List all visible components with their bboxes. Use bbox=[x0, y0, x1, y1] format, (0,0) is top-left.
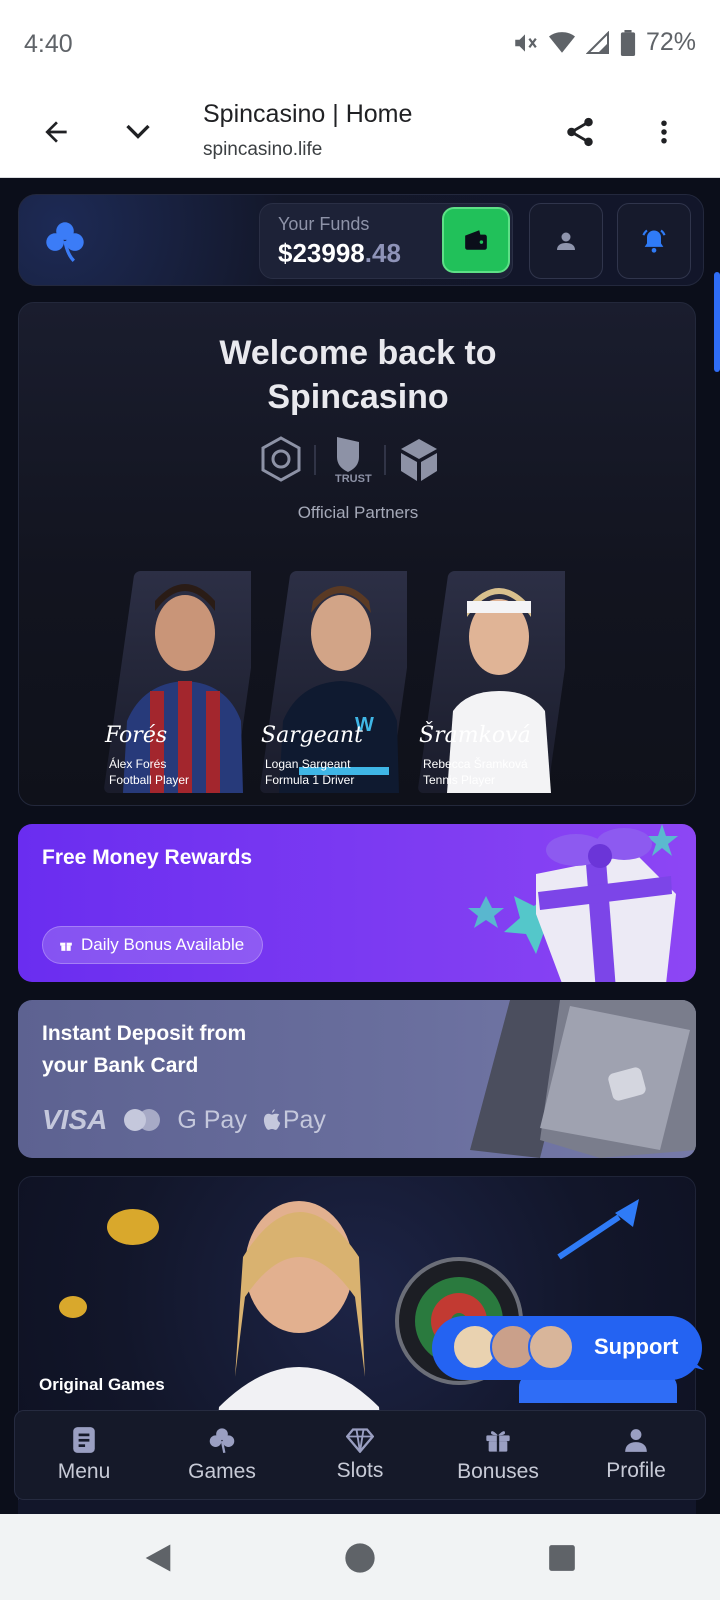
player-signature: Forés bbox=[105, 723, 168, 748]
free-money-rewards-banner[interactable]: Free Money Rewards Daily Bonus Available bbox=[18, 824, 696, 982]
page-title: Spincasino | Home bbox=[203, 100, 413, 128]
user-icon bbox=[557, 232, 575, 250]
funds-label: Your Funds bbox=[278, 214, 370, 234]
profile-icon bbox=[625, 1429, 647, 1452]
scrollbar[interactable] bbox=[714, 272, 720, 372]
apple-icon bbox=[263, 1109, 280, 1130]
more-vert-icon[interactable] bbox=[638, 106, 690, 158]
notifications-button[interactable] bbox=[617, 203, 691, 279]
wallet-icon bbox=[465, 230, 487, 250]
player-card[interactable]: Forés Álex Forés Football Player bbox=[101, 571, 251, 793]
support-button[interactable]: Support bbox=[432, 1316, 702, 1380]
player-name: Logan Sargeant bbox=[265, 757, 351, 771]
apple-pay-logo: Pay bbox=[263, 1106, 326, 1135]
welcome-card: Welcome back to Spincasino TRUST Officia… bbox=[18, 302, 696, 806]
player-role: Formula 1 Driver bbox=[265, 773, 355, 787]
signal-icon bbox=[585, 30, 609, 54]
deposit-title: Instant Deposit from your Bank Card bbox=[42, 1022, 247, 1077]
player-name: Rebecca Šramková bbox=[423, 757, 528, 771]
account-button[interactable] bbox=[529, 203, 603, 279]
clover-icon bbox=[209, 1428, 235, 1454]
google-pay-logo: G Pay bbox=[177, 1105, 247, 1134]
partner-logos: TRUST bbox=[261, 436, 437, 485]
nav-label: Profile bbox=[606, 1459, 666, 1482]
page-url[interactable]: spincasino.life bbox=[203, 139, 322, 161]
nav-label: Bonuses bbox=[457, 1460, 539, 1483]
system-home-icon[interactable] bbox=[340, 1538, 380, 1578]
back-arrow-icon[interactable] bbox=[30, 106, 82, 158]
trust-logo-text: TRUST bbox=[335, 473, 372, 485]
instant-deposit-banner[interactable]: Instant Deposit from your Bank Card VISA… bbox=[18, 1000, 696, 1158]
web-page: Your Funds $23998.48 Welcome back to Spi… bbox=[0, 178, 720, 1514]
nav-item-menu[interactable]: Menu bbox=[15, 1411, 153, 1499]
support-label: Support bbox=[594, 1334, 679, 1359]
funds-whole: $23998 bbox=[278, 238, 365, 268]
site-header: Your Funds $23998.48 bbox=[18, 194, 704, 286]
gift-box-illustration bbox=[468, 824, 678, 982]
chevron-down-icon[interactable] bbox=[112, 106, 164, 158]
player-signature: Sargeant bbox=[261, 723, 363, 748]
cube-logo-icon bbox=[401, 439, 437, 481]
payment-methods: VISA G Pay Pay bbox=[42, 1104, 326, 1136]
browser-toolbar: Spincasino | Home spincasino.life bbox=[0, 86, 720, 178]
clover-logo-icon[interactable] bbox=[43, 219, 87, 263]
system-nav-bar bbox=[0, 1514, 720, 1600]
player-signature: Šramková bbox=[419, 723, 531, 748]
nav-label: Games bbox=[188, 1460, 256, 1483]
player-name: Álex Forés bbox=[109, 757, 167, 771]
nav-item-slots[interactable]: Slots bbox=[291, 1411, 429, 1499]
share-icon[interactable] bbox=[554, 106, 606, 158]
crypto-com-logo-icon bbox=[261, 436, 301, 482]
support-agent-avatar bbox=[528, 1324, 574, 1370]
nav-label: Menu bbox=[57, 1460, 111, 1483]
below-nav-content bbox=[18, 1500, 696, 1514]
funds-cents: .48 bbox=[364, 238, 401, 268]
bank-cards-illustration bbox=[470, 1000, 696, 1158]
funds-value: $23998.48 bbox=[278, 238, 401, 269]
bottom-nav: Menu Games Slots Bonuses Profile bbox=[14, 1410, 706, 1500]
status-time: 4:40 bbox=[24, 30, 73, 58]
mastercard-icon bbox=[124, 1109, 161, 1131]
wallet-button[interactable] bbox=[442, 207, 510, 273]
bell-icon bbox=[642, 229, 666, 253]
apple-pay-label: Pay bbox=[282, 1105, 326, 1134]
player-card[interactable]: Šramková Rebecca Šramková Tennis Player bbox=[415, 571, 565, 793]
games-label: Original Games bbox=[39, 1375, 165, 1394]
gift-icon bbox=[60, 942, 72, 951]
welcome-title: Welcome back to Spincasino bbox=[219, 334, 497, 416]
support-bubble-tail bbox=[686, 1356, 704, 1370]
visa-logo: VISA bbox=[42, 1104, 108, 1135]
battery-percent: 72% bbox=[645, 28, 696, 56]
system-back-icon[interactable] bbox=[138, 1538, 178, 1578]
system-recents-icon[interactable] bbox=[542, 1538, 582, 1578]
player-role: Football Player bbox=[109, 773, 190, 787]
status-bar: 4:40 72% bbox=[0, 0, 720, 86]
nav-item-bonuses[interactable]: Bonuses bbox=[429, 1411, 567, 1499]
player-card[interactable]: W Sargeant Logan Sargeant Formula 1 Driv… bbox=[257, 571, 407, 793]
rewards-title: Free Money Rewards bbox=[42, 846, 253, 869]
daily-bonus-badge[interactable]: Daily Bonus Available bbox=[42, 926, 264, 964]
nav-label: Slots bbox=[336, 1459, 384, 1482]
gift-icon bbox=[486, 1431, 510, 1452]
battery-icon bbox=[620, 29, 636, 56]
player-role: Tennis Player bbox=[423, 773, 496, 787]
menu-icon bbox=[73, 1427, 95, 1453]
nav-item-profile[interactable]: Profile bbox=[567, 1411, 705, 1499]
wifi-icon bbox=[548, 31, 575, 53]
nav-item-games[interactable]: Games bbox=[153, 1411, 291, 1499]
partners-label: Official Partners bbox=[297, 503, 419, 522]
mute-icon bbox=[515, 33, 537, 52]
trust-wallet-logo-icon: TRUST bbox=[335, 437, 372, 485]
gem-icon bbox=[346, 1428, 374, 1453]
status-icons: 72% bbox=[512, 28, 696, 57]
daily-bonus-label: Daily Bonus Available bbox=[81, 935, 245, 954]
